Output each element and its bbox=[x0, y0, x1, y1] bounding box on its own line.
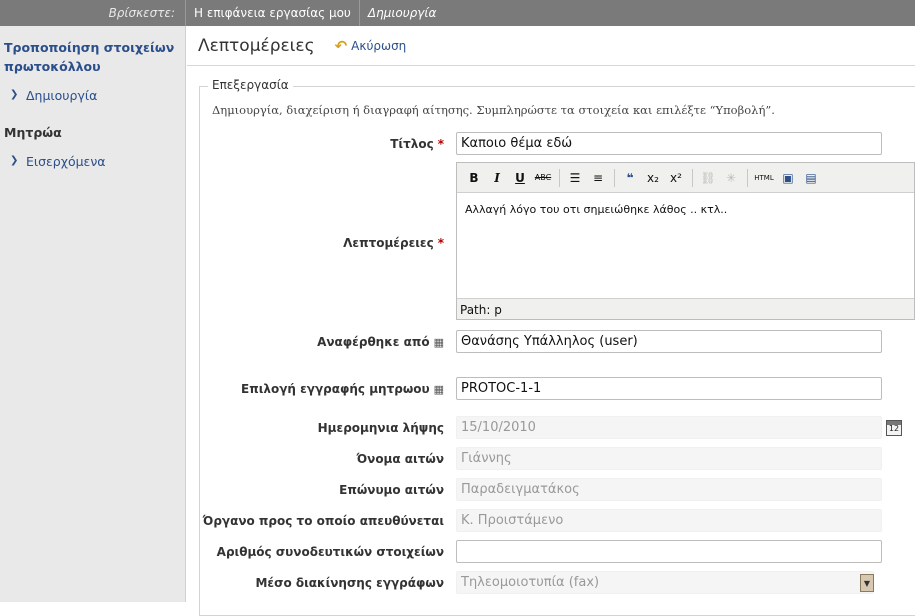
sidebar-section-registries: Μητρώα bbox=[4, 125, 62, 140]
editor-content[interactable]: Αλλαγή λόγο του οτι σημειώθηκε λάθος .. … bbox=[457, 193, 914, 226]
link-icon[interactable]: ⛓ bbox=[697, 168, 719, 188]
strikethrough-button[interactable]: ABC bbox=[532, 168, 554, 188]
breadcrumb: Βρίσκεστε: Η επιφάνεια εργασίας μου Δημι… bbox=[0, 0, 915, 26]
required-marker: * bbox=[437, 137, 444, 151]
medium-label: Μέσο διακίνησης εγγράφων bbox=[255, 576, 444, 590]
sidebar-item-label: Δημιουργία bbox=[26, 88, 98, 103]
sidebar: Τροποποίηση στοιχείων πρωτοκόλλου ❯ Δημι… bbox=[0, 26, 186, 602]
italic-button[interactable]: I bbox=[486, 168, 508, 188]
reported-by-input[interactable] bbox=[456, 330, 882, 353]
breadcrumb-label: Βρίσκεστε: bbox=[0, 0, 186, 26]
attachments-label: Αριθμός συνοδευτικών στοιχείων bbox=[216, 545, 444, 559]
registry-label: Επιλογή εγγραφής μητρωου ▦ bbox=[241, 382, 444, 396]
cancel-button[interactable]: ↶ Ακύρωση bbox=[335, 37, 407, 55]
name-label: Όνομα αιτών bbox=[356, 452, 444, 466]
organ-input bbox=[456, 509, 882, 532]
lookup-icon: ▦ bbox=[433, 383, 444, 396]
date-label: Ημερομηνια λήψης bbox=[317, 421, 444, 435]
unlink-icon[interactable]: ✳ bbox=[720, 168, 742, 188]
organ-label: Όργανο προς το οποίο απευθύνεται bbox=[202, 514, 444, 528]
fieldset-legend: Επεξεργασία bbox=[208, 78, 293, 92]
main-header: Λεπτομέρειες ↶ Ακύρωση bbox=[187, 26, 915, 66]
blockquote-icon[interactable]: ❝ bbox=[619, 168, 641, 188]
underline-button[interactable]: U bbox=[509, 168, 531, 188]
name-input bbox=[456, 447, 882, 470]
sidebar-item-inbox[interactable]: ❯ Εισερχόμενα bbox=[0, 154, 185, 169]
fullscreen-icon[interactable]: ▤ bbox=[800, 168, 822, 188]
sidebar-item-label: Εισερχόμενα bbox=[26, 154, 106, 169]
superscript-button[interactable]: x² bbox=[665, 168, 687, 188]
calendar-icon[interactable]: 12 bbox=[886, 420, 902, 436]
subscript-button[interactable]: x₂ bbox=[642, 168, 664, 188]
sidebar-title[interactable]: Τροποποίηση στοιχείων πρωτοκόλλου bbox=[4, 38, 181, 76]
html-source-button[interactable]: HTML bbox=[752, 168, 776, 188]
date-input bbox=[456, 416, 882, 439]
paste-word-icon[interactable]: ▣ bbox=[777, 168, 799, 188]
cancel-label: Ακύρωση bbox=[351, 38, 407, 53]
title-input[interactable] bbox=[456, 132, 882, 155]
attachments-input[interactable] bbox=[456, 540, 882, 563]
title-label: Τίτλος * bbox=[390, 137, 444, 151]
rich-text-editor: B I U ABC ☰ ≡ ❝ x₂ x² ⛓ ✳ HTML ▣ ▤ Αλλαγ… bbox=[456, 162, 915, 320]
breadcrumb-current: Δημιουργία bbox=[367, 6, 437, 20]
chevron-right-icon: ❯ bbox=[10, 155, 19, 166]
editor-path: Path: p bbox=[457, 298, 914, 319]
medium-select[interactable]: Τηλεομοιοτυπία (fax) bbox=[456, 571, 874, 594]
chevron-down-icon[interactable]: ▼ bbox=[860, 574, 874, 592]
page-title: Λεπτομέρειες bbox=[198, 35, 315, 56]
lookup-icon: ▦ bbox=[433, 336, 444, 349]
breadcrumb-dashboard-link[interactable]: Η επιφάνεια εργασίας μου bbox=[186, 0, 360, 26]
details-label: Λεπτομέρειες * bbox=[343, 236, 444, 250]
surname-input bbox=[456, 478, 882, 501]
chevron-right-icon: ❯ bbox=[10, 89, 19, 100]
sidebar-item-create[interactable]: ❯ Δημιουργία bbox=[0, 88, 185, 103]
surname-label: Επώνυμο αιτών bbox=[339, 483, 444, 497]
bullet-list-icon[interactable]: ☰ bbox=[564, 168, 586, 188]
undo-icon: ↶ bbox=[334, 36, 348, 55]
bold-button[interactable]: B bbox=[463, 168, 485, 188]
required-marker: * bbox=[437, 236, 444, 250]
editor-toolbar: B I U ABC ☰ ≡ ❝ x₂ x² ⛓ ✳ HTML ▣ ▤ bbox=[457, 163, 914, 193]
numbered-list-icon[interactable]: ≡ bbox=[587, 168, 609, 188]
reported-by-label: Αναφέρθηκε από ▦ bbox=[317, 335, 444, 349]
registry-input[interactable] bbox=[456, 377, 882, 400]
form-help-text: Δημιουργία, διαχείριση ή διαγραφή αίτηση… bbox=[212, 103, 775, 117]
